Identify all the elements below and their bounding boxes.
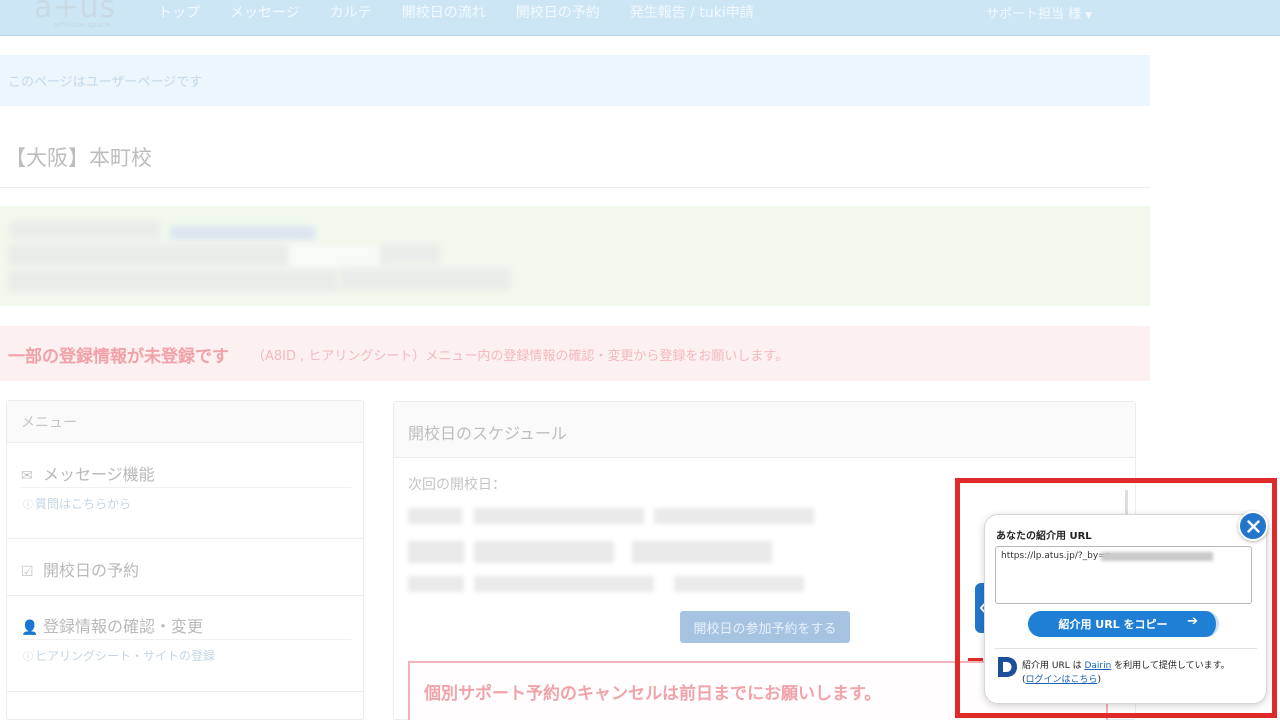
blurred-text	[340, 268, 510, 290]
schedule-heading-text: 開校日のスケジュール	[408, 424, 567, 443]
blurred-text	[380, 244, 440, 264]
dairin-link[interactable]: Dairin	[1084, 661, 1111, 671]
divider	[21, 639, 351, 640]
envelope-icon: ✉	[21, 468, 33, 484]
menu-item-sublabel: ヒアリングシート・サイトの登録	[35, 649, 216, 663]
blurred-date	[654, 508, 814, 524]
menu-item-reservation[interactable]: ☑ 開校日の予約	[7, 539, 363, 595]
divider	[995, 648, 1257, 649]
blurred-date	[474, 508, 644, 524]
questions-link[interactable]: ⓘ 質問はこちらから	[23, 495, 131, 512]
blurred-date	[408, 541, 464, 563]
user-name: サポート担当 様	[986, 7, 1082, 22]
blurred-date	[474, 576, 654, 592]
user-page-alert: このページはユーザーページです	[0, 55, 1150, 106]
blurred-date	[408, 508, 462, 524]
menu-item-registration[interactable]: 👤 登録情報の確認・変更 ⓘ ヒアリングシート・サイトの登録	[7, 596, 363, 691]
nav-item-opening-reservation[interactable]: 開校日の予約	[516, 2, 600, 22]
unregistered-warning-detail: （A8ID , ヒアリングシート）メニュー内の登録情報の確認・変更から登録をお願…	[252, 349, 789, 364]
cancel-notice-text: 個別サポート予約のキャンセルは前日までにお願いします。	[424, 684, 882, 704]
schedule-heading: 開校日のスケジュール	[394, 402, 1135, 458]
user-page-alert-text: このページはユーザーページです	[8, 75, 203, 90]
nav-item-top[interactable]: トップ	[158, 2, 200, 22]
user-edit-icon: 👤	[21, 620, 39, 636]
close-popup-button[interactable]	[1238, 511, 1268, 541]
footer-text: を利用して提供しています。	[1111, 661, 1230, 671]
nav-item-messages[interactable]: メッセージ	[230, 2, 300, 22]
blurred-date	[408, 576, 464, 592]
unregistered-warning-title: 一部の登録情報が未登録です	[8, 347, 229, 367]
arrow-right-icon: ➔	[1187, 614, 1198, 629]
blurred-date	[674, 576, 804, 592]
footer-text: 紹介用 URL は	[1022, 661, 1085, 671]
account-info-alert	[0, 206, 1150, 306]
hearing-sheet-link[interactable]: ⓘ ヒアリングシート・サイトの登録	[23, 647, 215, 664]
popup-title: あなたの紹介用 URL	[996, 531, 1092, 542]
reserve-opening-button[interactable]: 開校日の参加予約をする	[680, 611, 850, 643]
blurred-text	[8, 270, 338, 292]
blurred-url-part	[1101, 552, 1213, 561]
blurred-link	[170, 226, 315, 240]
close-icon	[1247, 520, 1260, 533]
title-divider	[0, 187, 1150, 188]
menu-heading-text: メニュー	[21, 415, 77, 431]
menu-item-label: 登録情報の確認・変更	[43, 617, 204, 636]
blurred-date	[632, 541, 772, 563]
blurred-date	[474, 541, 614, 563]
menu-item-label: 開校日の予約	[43, 561, 140, 580]
popup-footer: 紹介用 URL は Dairin を利用して提供しています。 (ログインはこちら…	[1022, 659, 1230, 687]
dairin-logo-icon	[998, 657, 1017, 677]
nav-item-karte[interactable]: カルテ	[330, 2, 372, 22]
divider	[21, 487, 351, 488]
menu-item-messages[interactable]: ✉ メッセージ機能 ⓘ 質問はこちらから	[7, 443, 363, 538]
blurred-text	[290, 246, 380, 266]
nav-item-report[interactable]: 発生報告 / tuki申請	[630, 2, 754, 22]
nav-menu: トップ メッセージ カルテ 開校日の流れ 開校日の予約 発生報告 / tuki申…	[158, 2, 784, 22]
menu-item-sublabel: 質問はこちらから	[35, 497, 132, 511]
logo-subtitle: affiliate space	[54, 21, 111, 29]
footer-line-1: 紹介用 URL は Dairin を利用して提供しています。	[1022, 659, 1230, 673]
calendar-check-icon: ☑	[21, 564, 34, 580]
blurred-text	[8, 244, 288, 266]
menu-item-label: メッセージ機能	[43, 465, 155, 484]
info-circle-icon: ⓘ	[23, 500, 33, 511]
user-dropdown[interactable]: サポート担当 様 ▼	[986, 3, 1092, 22]
page-root: { "nav": { "logo": "a+us", "logo_sub": "…	[0, 0, 1280, 720]
top-navbar: a+us affiliate space トップ メッセージ カルテ 開校日の流…	[0, 0, 1280, 36]
menu-heading: メニュー	[7, 401, 363, 443]
menu-panel: メニュー ✉ メッセージ機能 ⓘ 質問はこちらから ☑ 開校日の予約 👤 登録情報の確認…	[6, 400, 364, 720]
caret-down-icon: ▼	[1085, 11, 1093, 21]
footer-line-2: (ログインはこちら)	[1022, 675, 1102, 685]
copy-url-button[interactable]: 紹介用 URL をコピー ➔	[1028, 611, 1219, 637]
highlight-connector	[968, 658, 983, 661]
nav-item-opening-flow[interactable]: 開校日の流れ	[402, 2, 486, 22]
page-title: 【大阪】本町校	[5, 146, 152, 170]
info-circle-icon: ⓘ	[23, 652, 33, 663]
blurred-text	[10, 221, 160, 239]
login-link[interactable]: ログインはこちら	[1026, 675, 1098, 685]
copy-url-button-label: 紹介用 URL をコピー	[1058, 618, 1168, 631]
divider	[7, 691, 363, 692]
next-opening-label: 次回の開校日：	[408, 477, 506, 493]
unregistered-warning: 一部の登録情報が未登録です （A8ID , ヒアリングシート）メニュー内の登録情…	[0, 326, 1150, 381]
referral-url-popup: あなたの紹介用 URL https://lp.atus.jp/?_by=r 紹介…	[984, 514, 1267, 704]
